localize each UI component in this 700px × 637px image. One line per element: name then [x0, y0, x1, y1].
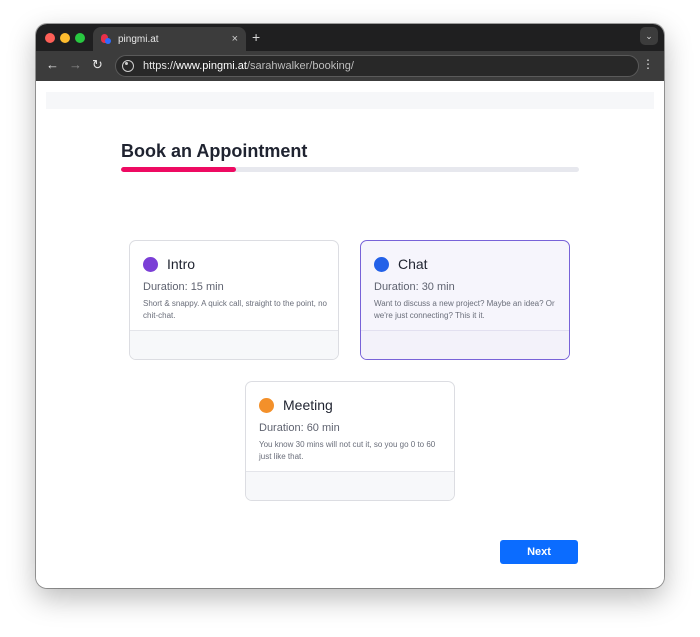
card-title: Meeting — [283, 397, 333, 413]
close-window-button[interactable] — [45, 33, 55, 43]
tab-title: pingmi.at — [118, 33, 159, 45]
forward-arrow-icon[interactable]: → — [69, 57, 82, 72]
card-duration: Duration: 15 min — [143, 281, 224, 293]
card-header: Chat — [374, 256, 428, 272]
url-text: https://www.pingmi.at/sarahwalker/bookin… — [143, 60, 354, 72]
card-duration: Duration: 60 min — [259, 422, 340, 434]
browser-toolbar: ← → ↻ https://www.pingmi.at/sarahwalker/… — [36, 51, 664, 81]
tab-search-chevron-icon[interactable]: ⌄ — [640, 27, 658, 45]
browser-tab[interactable]: pingmi.at × — [93, 27, 246, 51]
maximize-window-button[interactable] — [75, 33, 85, 43]
browser-menu-icon[interactable]: ⋮ — [642, 58, 654, 70]
site-info-icon[interactable] — [122, 60, 134, 72]
new-tab-icon[interactable]: + — [252, 29, 260, 45]
progress-bar — [121, 167, 579, 172]
next-button[interactable]: Next — [500, 540, 578, 564]
browser-window: pingmi.at × + ⌄ ← → ↻ https://www.pingmi… — [36, 24, 664, 588]
url-host: www.pingmi.at — [176, 60, 247, 72]
card-footer — [130, 330, 338, 359]
option-card-meeting[interactable]: Meeting Duration: 60 min You know 30 min… — [245, 381, 455, 501]
meeting-color-dot-icon — [259, 397, 274, 413]
tab-close-icon[interactable]: × — [232, 33, 238, 45]
intro-color-dot-icon — [143, 256, 158, 272]
option-card-intro[interactable]: Intro Duration: 15 min Short & snappy. A… — [129, 240, 339, 360]
url-scheme: https:// — [143, 60, 177, 72]
card-duration: Duration: 30 min — [374, 281, 455, 293]
top-banner — [46, 92, 654, 109]
card-footer — [361, 330, 569, 359]
card-title: Intro — [167, 256, 196, 272]
progress-bar-fill — [121, 167, 236, 172]
option-card-chat[interactable]: Chat Duration: 30 min Want to discuss a … — [360, 240, 570, 360]
reload-icon[interactable]: ↻ — [92, 57, 103, 73]
title-bar: pingmi.at × + ⌄ — [36, 24, 664, 51]
page-content: Book an Appointment Intro Duration: 15 m… — [36, 81, 664, 588]
card-description: Want to discuss a new project? Maybe an … — [374, 299, 555, 320]
minimize-window-button[interactable] — [60, 33, 70, 43]
card-description: You know 30 mins will not cut it, so you… — [259, 440, 436, 461]
back-arrow-icon[interactable]: ← — [46, 57, 59, 72]
page-title: Book an Appointment — [121, 141, 308, 161]
pingmi-favicon-icon — [101, 34, 111, 44]
card-description: Short & snappy. A quick call, straight t… — [143, 299, 327, 320]
card-title: Chat — [398, 256, 428, 272]
chat-color-dot-icon — [374, 256, 389, 272]
address-bar[interactable]: https://www.pingmi.at/sarahwalker/bookin… — [115, 55, 639, 77]
card-header: Intro — [143, 256, 195, 272]
card-footer — [246, 471, 454, 500]
card-header: Meeting — [259, 397, 333, 413]
url-path: /sarahwalker/booking/ — [246, 60, 354, 72]
